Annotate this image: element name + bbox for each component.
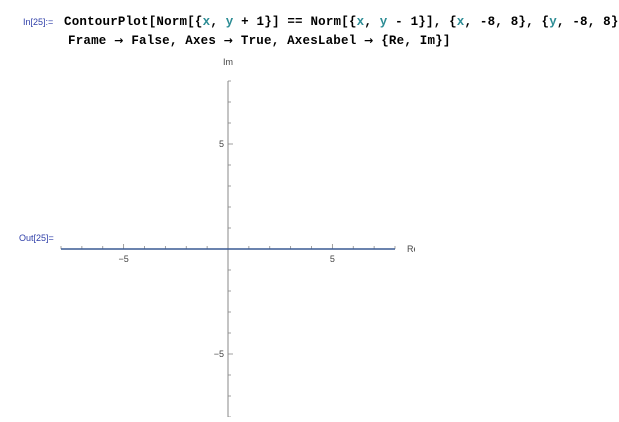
- x-tick-label: 5: [330, 254, 335, 264]
- line1-token-12: , -8, 8},: [556, 15, 619, 29]
- line1-token-9: x: [456, 15, 465, 29]
- input-cell-label: In[25]:=: [23, 17, 54, 27]
- line1-token-6: ,: [364, 15, 380, 29]
- line2-token-4: True, AxesLabel: [233, 34, 365, 48]
- line1-token-4: + 1}] == Norm[{: [233, 15, 357, 29]
- line2-token-1: →: [114, 34, 124, 47]
- y-tick-label: −5: [214, 349, 224, 359]
- line2-token-2: False, Axes: [123, 34, 224, 48]
- line1-token-8: - 1}], {: [387, 15, 457, 29]
- contour-plot[interactable]: −5 5 5 −5 Re Im: [55, 55, 415, 417]
- y-axis-label: Im: [223, 57, 233, 67]
- input-code-line-1[interactable]: ContourPlot[Norm[{x, y + 1}] == Norm[{x,…: [64, 15, 619, 29]
- input-code-line-2[interactable]: Frame → False, Axes → True, AxesLabel → …: [68, 34, 451, 48]
- line2-token-0: Frame: [68, 34, 115, 48]
- x-axis-label: Re: [407, 244, 415, 254]
- line1-token-2: ,: [210, 15, 226, 29]
- line2-token-6: {Re, Im}]: [373, 34, 451, 48]
- y-tick-label: 5: [219, 139, 224, 149]
- output-cell-label: Out[25]=: [19, 233, 54, 243]
- line2-token-3: →: [223, 34, 234, 47]
- line1-token-10: , -8, 8}, {: [464, 15, 550, 29]
- line1-token-11: y: [549, 15, 557, 29]
- line1-token-0: ContourPlot[Norm[{: [64, 15, 203, 29]
- line2-token-5: →: [364, 34, 374, 47]
- x-tick-label: −5: [118, 254, 128, 264]
